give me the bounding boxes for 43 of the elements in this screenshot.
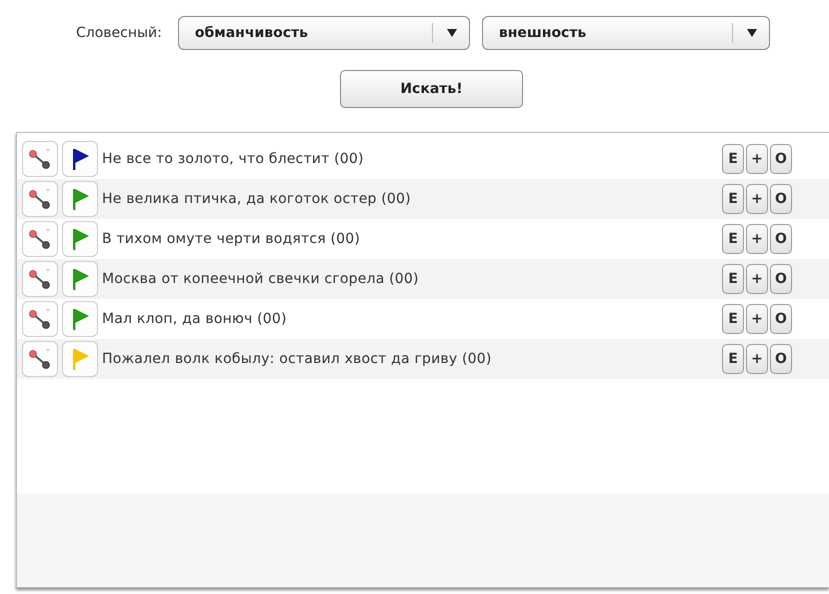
search-button[interactable]: Искать! <box>340 70 523 108</box>
link-button[interactable] <box>22 181 58 217</box>
connector-icon <box>28 187 52 211</box>
caret-icon <box>746 29 757 37</box>
result-text: Не велика птичка, да коготок остер (00) <box>102 191 412 207</box>
result-text: Москва от копеечной свечки сгорела (00) <box>102 271 420 287</box>
action-button[interactable]: E <box>722 184 744 214</box>
action-button[interactable]: E <box>722 264 744 294</box>
action-button[interactable]: + <box>746 224 768 254</box>
action-button[interactable]: E <box>722 224 744 254</box>
connector-icon <box>28 147 52 171</box>
dropdown[interactable]: обманчивость <box>178 16 470 50</box>
result-text: В тихом омуте черти водятся (00) <box>102 231 362 247</box>
caret-icon <box>446 29 457 37</box>
action-button[interactable]: + <box>746 144 768 174</box>
connector-icon <box>28 227 52 251</box>
result-text: Пожалел волк кобылу: оставил хвост да гриву (00) <box>102 351 493 367</box>
action-button[interactable]: + <box>746 184 768 214</box>
dropdown[interactable]: внешность <box>482 16 770 50</box>
action-button[interactable]: O <box>770 224 792 254</box>
link-button[interactable] <box>22 341 58 377</box>
action-button[interactable]: + <box>746 304 768 334</box>
action-button[interactable]: O <box>770 144 792 174</box>
link-button[interactable] <box>22 261 58 297</box>
action-button[interactable]: E <box>722 304 744 334</box>
action-button[interactable]: O <box>770 344 792 374</box>
connector-icon <box>28 307 52 331</box>
action-button[interactable]: O <box>770 264 792 294</box>
result-text: Не все то золото, что блестит (00) <box>102 151 365 167</box>
flag-button[interactable] <box>62 141 98 177</box>
link-button[interactable] <box>22 301 58 337</box>
connector-icon <box>28 347 52 371</box>
action-button[interactable]: O <box>770 304 792 334</box>
link-button[interactable] <box>22 221 58 257</box>
action-button[interactable]: E <box>722 144 744 174</box>
action-button[interactable]: E <box>722 344 744 374</box>
result-text: Мал клоп, да вонюч (00) <box>102 311 288 327</box>
link-button[interactable] <box>22 141 58 177</box>
action-button[interactable]: O <box>770 184 792 214</box>
connector-icon <box>28 267 52 291</box>
action-button[interactable]: + <box>746 264 768 294</box>
action-button[interactable]: + <box>746 344 768 374</box>
filter-label: Словесный: <box>76 25 162 41</box>
